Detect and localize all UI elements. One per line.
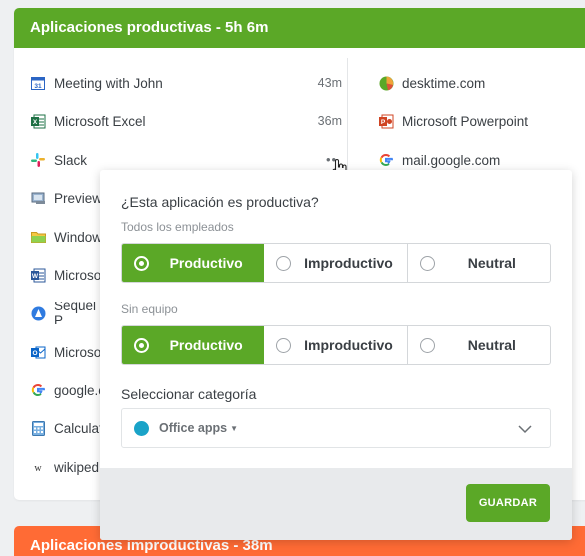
preview-icon <box>30 190 46 206</box>
app-row[interactable]: Window <box>30 226 100 248</box>
app-row[interactable]: mail.google.com <box>378 149 568 171</box>
option-neutral[interactable]: Neutral <box>408 326 550 364</box>
app-row[interactable]: W Microso <box>30 264 100 286</box>
app-name: Slack <box>54 152 88 168</box>
svg-text:w: w <box>34 463 42 474</box>
app-row[interactable]: P Microsoft Powerpoint <box>378 110 568 132</box>
app-row[interactable]: Sequel P <box>30 302 100 324</box>
category-select[interactable]: Office apps ▼ <box>121 408 551 448</box>
app-name: desktime.com <box>402 75 486 91</box>
app-name: Microsoft Excel <box>54 113 146 129</box>
google-icon <box>30 382 46 398</box>
productive-apps-header: Aplicaciones productivas - 5h 6m <box>14 8 585 48</box>
category-value: Office apps <box>159 421 228 435</box>
svg-text:31: 31 <box>34 83 42 90</box>
app-row[interactable]: O Microso <box>30 341 100 363</box>
option-unproductive[interactable]: Improductivo <box>264 326 408 364</box>
app-row[interactable]: Slack <box>30 149 342 171</box>
app-name: Preview <box>54 190 100 206</box>
app-name: wikiped <box>54 459 100 475</box>
app-duration: 43m <box>317 76 342 90</box>
powerpoint-icon: P <box>378 113 394 129</box>
app-name: mail.google.com <box>402 152 501 168</box>
app-row[interactable]: Calculat <box>30 417 100 439</box>
productivity-selector-all-employees: Productivo Improductivo Neutral <box>121 243 551 283</box>
word-icon: W <box>30 267 46 283</box>
google-icon <box>378 152 394 168</box>
app-row[interactable]: desktime.com <box>378 72 568 94</box>
group-label-all-employees: Todos los empleados <box>121 220 234 234</box>
app-name: Microso <box>54 344 100 360</box>
app-name: Calculat <box>54 420 100 436</box>
category-color-dot <box>134 420 149 436</box>
app-duration: 36m <box>317 114 342 128</box>
caret-down-icon: ▼ <box>230 423 238 433</box>
app-name: Sequel P <box>54 302 97 324</box>
folder-icon <box>30 229 46 245</box>
desktime-icon <box>378 75 394 91</box>
slack-icon <box>30 152 46 168</box>
app-row[interactable]: 31 Meeting with John 43m <box>30 72 342 94</box>
radio-selected-icon <box>134 338 149 353</box>
app-name: Window <box>54 229 100 245</box>
save-button[interactable]: GUARDAR <box>466 484 550 522</box>
radio-icon <box>419 338 435 353</box>
app-name: Microsoft Powerpoint <box>402 113 529 129</box>
excel-icon: X <box>30 113 46 129</box>
productivity-selector-no-team: Productivo Improductivo Neutral <box>121 325 551 365</box>
option-neutral[interactable]: Neutral <box>408 244 550 282</box>
sequel-icon <box>30 305 46 321</box>
option-productive[interactable]: Productivo <box>122 244 265 282</box>
calendar-icon: 31 <box>30 75 46 91</box>
app-row[interactable]: google.c <box>30 379 100 401</box>
option-unproductive[interactable]: Improductivo <box>264 244 408 282</box>
calculator-icon <box>30 420 46 436</box>
category-label: Seleccionar categoría <box>121 386 257 402</box>
app-name: google.c <box>54 382 100 398</box>
app-row[interactable]: w wikiped <box>30 456 100 478</box>
svg-text:P: P <box>380 119 385 126</box>
outlook-icon: O <box>30 344 46 360</box>
app-name: Meeting with John <box>54 75 163 91</box>
productivity-popover: ¿Esta aplicación es productiva? Todos lo… <box>100 170 572 540</box>
radio-selected-icon <box>134 256 149 271</box>
app-row[interactable]: X Microsoft Excel 36m <box>30 110 342 132</box>
app-row[interactable]: Preview <box>30 187 100 209</box>
radio-icon <box>276 338 292 353</box>
svg-text:O: O <box>32 350 37 357</box>
radio-icon <box>419 256 435 271</box>
productivity-question: ¿Esta aplicación es productiva? <box>121 194 319 210</box>
radio-icon <box>276 256 292 271</box>
app-name: Microso <box>54 267 100 283</box>
chevron-down-icon <box>518 421 532 439</box>
option-productive[interactable]: Productivo <box>122 326 265 364</box>
svg-text:W: W <box>31 273 38 280</box>
svg-text:X: X <box>32 119 37 126</box>
wikipedia-icon: w <box>30 459 46 475</box>
group-label-no-team: Sin equipo <box>121 302 178 316</box>
popover-footer: GUARDAR <box>100 468 572 540</box>
